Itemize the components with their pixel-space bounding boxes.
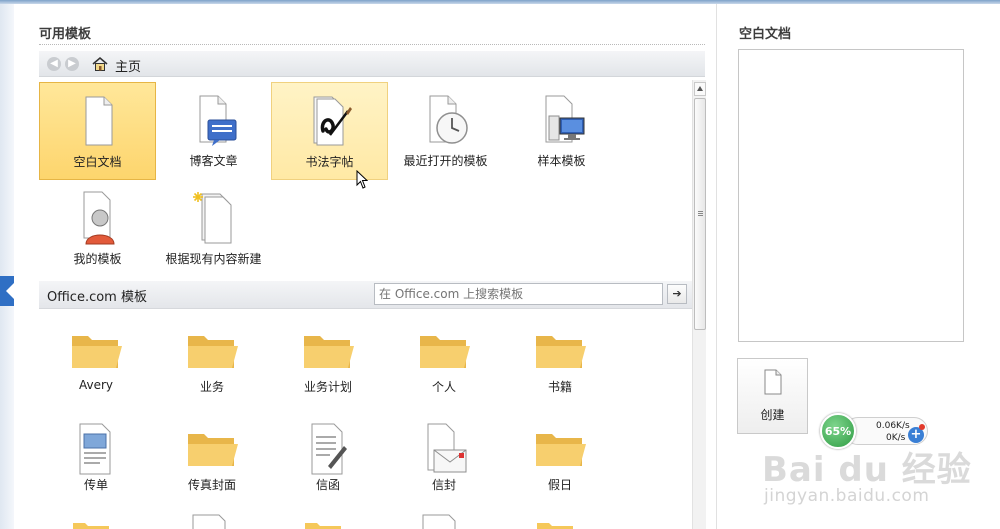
network-ball-icon: 65% (820, 413, 856, 449)
office-item-envelope[interactable]: 信封 (389, 416, 499, 512)
tile-label: 我的模板 (73, 252, 122, 266)
template-nav-bar: ◀ ▶ 主页 (39, 51, 705, 77)
tile-label: 书法字帖 (305, 155, 354, 169)
folder-icon (536, 336, 586, 368)
office-item-avery[interactable]: Avery (41, 318, 151, 414)
office-search-input[interactable] (374, 283, 663, 305)
office-item-business-plan[interactable]: 业务计划 (273, 318, 383, 414)
home-icon[interactable] (92, 56, 108, 72)
backstage-nav-strip (0, 4, 14, 529)
tile-label: 假日 (547, 478, 572, 492)
office-item-books[interactable]: 书籍 (505, 318, 615, 414)
tile-label: 最近打开的模板 (403, 154, 488, 168)
watermark-brand: Bai du 经验 (762, 450, 972, 490)
template-calligraphy[interactable]: 书法字帖 (271, 82, 388, 180)
office-item-holiday[interactable]: 假日 (505, 416, 615, 512)
forward-arrow-icon[interactable]: ▶ (65, 57, 79, 71)
scrollbar-thumb[interactable] (694, 98, 706, 330)
scroll-up-arrow-icon[interactable] (694, 82, 706, 96)
template-preview (738, 49, 964, 342)
sample-templates-icon (545, 95, 584, 143)
template-my-templates[interactable]: 我的模板 (39, 180, 156, 278)
download-speed: 0K/s (886, 433, 906, 443)
letter-icon (311, 423, 347, 475)
document-icon (192, 514, 226, 529)
office-item-flyer[interactable]: 传单 (41, 416, 151, 512)
available-templates-title: 可用模板 (39, 27, 92, 42)
breadcrumb-home[interactable]: 主页 (115, 56, 141, 75)
folder-icon (73, 523, 109, 529)
tile-label: 个人 (431, 380, 456, 394)
tile-label: 业务计划 (303, 380, 352, 394)
folder-icon (72, 336, 122, 368)
blank-document-icon (85, 96, 112, 146)
folder-icon (304, 336, 354, 368)
create-button-label: 创建 (760, 408, 785, 422)
envelope-icon (427, 423, 467, 473)
office-item-fax-cover[interactable]: 传真封面 (157, 416, 267, 512)
tile-label: 传单 (83, 478, 108, 492)
network-speed-widget[interactable]: 65% 0.06K/s 0K/s + (820, 413, 930, 449)
preview-title: 空白文档 (739, 27, 792, 42)
pane-divider (716, 4, 717, 529)
folder-icon (536, 434, 586, 466)
new-from-existing-icon (192, 192, 231, 244)
notification-dot-icon (919, 424, 925, 430)
document-icon (422, 514, 456, 529)
tile-label: 业务 (199, 380, 224, 394)
tile-label: 根据现有内容新建 (165, 252, 262, 266)
blog-post-icon (199, 95, 236, 146)
office-item-letter[interactable]: 信函 (273, 416, 383, 512)
office-templates-title: Office.com 模板 (47, 290, 147, 305)
office-templates-bar: Office.com 模板 ➔ (39, 281, 705, 309)
search-go-arrow-icon[interactable]: ➔ (667, 284, 687, 304)
template-sample[interactable]: 样本模板 (503, 82, 620, 180)
template-recent[interactable]: 最近打开的模板 (387, 82, 504, 180)
template-blog-post[interactable]: 博客文章 (155, 82, 272, 180)
window-top-border (0, 0, 1000, 4)
flyer-icon (79, 423, 111, 475)
upload-speed: 0.06K/s (876, 421, 910, 431)
mouse-cursor-icon (356, 170, 368, 189)
tile-label: 空白文档 (73, 155, 122, 169)
create-button[interactable]: 创建 (737, 358, 808, 434)
folder-icon (188, 336, 238, 368)
folder-icon (537, 523, 573, 529)
template-new-from-existing[interactable]: 根据现有内容新建 (155, 180, 272, 278)
calligraphy-icon (313, 96, 352, 146)
tile-label: Avery (78, 378, 114, 392)
backstage-selected-indicator (0, 276, 14, 306)
folder-icon (188, 434, 238, 466)
office-item-personal[interactable]: 个人 (389, 318, 499, 414)
watermark-url: jingyan.baidu.com (764, 486, 930, 506)
office-item-business[interactable]: 业务 (157, 318, 267, 414)
my-templates-icon (83, 191, 115, 245)
tile-label: 信函 (315, 478, 340, 492)
folder-icon (420, 336, 470, 368)
back-arrow-icon[interactable]: ◀ (47, 57, 61, 71)
templates-scrollbar[interactable] (692, 80, 706, 529)
tile-label: 传真封面 (187, 478, 236, 492)
network-percent: 65% (824, 425, 852, 438)
new-document-icon (764, 369, 782, 395)
baidu-watermark: Bai du 经验 jingyan.baidu.com (762, 442, 992, 522)
tile-label: 书籍 (547, 380, 572, 394)
tile-label: 样本模板 (537, 154, 586, 168)
section-divider (39, 44, 705, 45)
folder-icon (305, 523, 341, 529)
recent-templates-icon (429, 95, 468, 144)
template-blank-document[interactable]: 空白文档 (39, 82, 156, 180)
tile-label: 信封 (431, 478, 456, 492)
tile-label: 博客文章 (189, 154, 238, 168)
